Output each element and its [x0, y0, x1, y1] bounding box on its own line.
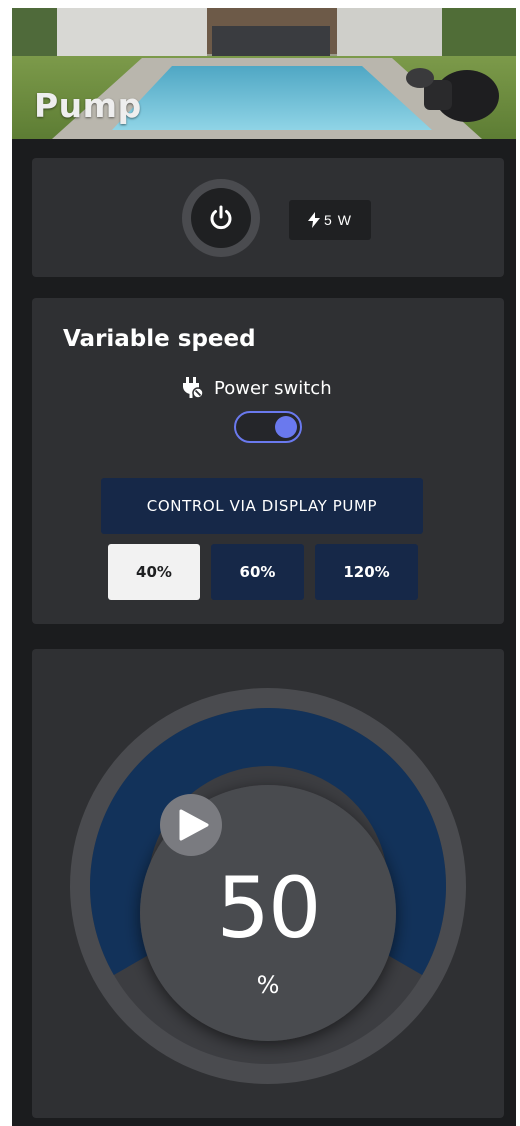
preset-60-button[interactable]: 60%	[211, 544, 304, 600]
gauge-handle[interactable]	[160, 794, 222, 856]
header-banner: Pump	[12, 8, 516, 139]
variable-speed-card: Variable speed Power switch CONTROL VIA …	[32, 298, 504, 624]
power-card: 5 W	[32, 158, 504, 277]
preset-40-button[interactable]: 40%	[108, 544, 200, 600]
section-title: Variable speed	[63, 326, 256, 352]
bolt-icon	[308, 212, 321, 228]
app-root: Pump 5 W Variable speed Power switch CON…	[12, 8, 516, 1126]
toggle-knob	[275, 416, 297, 438]
power-button[interactable]	[182, 179, 260, 257]
power-switch-label-row: Power switch	[182, 376, 332, 400]
speed-gauge-card: 50 %	[32, 649, 504, 1118]
control-via-display-button[interactable]: CONTROL VIA DISPLAY PUMP	[101, 478, 423, 534]
power-switch-toggle[interactable]	[234, 411, 302, 443]
page-title: Pump	[34, 86, 142, 125]
gauge-unit: %	[256, 971, 280, 999]
preset-120-button[interactable]: 120%	[315, 544, 418, 600]
power-consumption-badge: 5 W	[289, 200, 371, 240]
gauge-value: 50	[216, 859, 322, 957]
power-icon	[210, 205, 232, 230]
power-consumption-value: 5 W	[324, 212, 352, 228]
power-switch-label: Power switch	[214, 377, 332, 399]
plug-off-icon	[183, 377, 204, 399]
